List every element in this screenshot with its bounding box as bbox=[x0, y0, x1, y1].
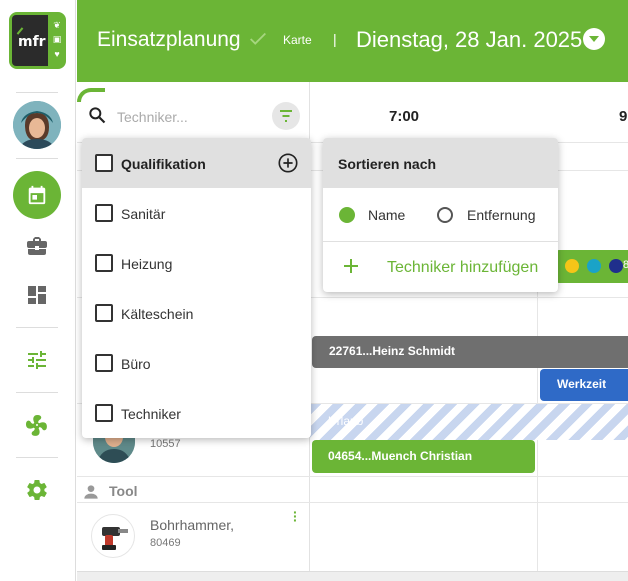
sort-header: Sortieren nach bbox=[323, 138, 558, 188]
logo-text: mfr bbox=[18, 34, 46, 50]
logo-drop-icon: ♥ bbox=[54, 49, 60, 59]
qualification-item[interactable]: Kälteschein bbox=[82, 288, 311, 338]
map-link[interactable]: Karte bbox=[283, 33, 312, 47]
select-all-checkbox[interactable] bbox=[95, 154, 113, 172]
add-technician-button[interactable]: Techniker hinzufügen bbox=[387, 259, 538, 277]
logo-leaf-icon: ❦ bbox=[53, 20, 61, 30]
drill-image[interactable] bbox=[91, 514, 135, 558]
qualification-checkbox[interactable] bbox=[95, 354, 113, 372]
fan-icon[interactable] bbox=[25, 413, 49, 437]
qualification-item[interactable]: Sanitär bbox=[82, 188, 311, 238]
sort-popup: Sortieren nach Name Entfernung Techniker… bbox=[323, 138, 558, 292]
qualification-item[interactable]: Büro bbox=[82, 338, 311, 388]
filter-button[interactable] bbox=[272, 102, 300, 130]
user-avatar[interactable] bbox=[13, 101, 61, 149]
time-slot-9: 9 bbox=[619, 108, 628, 125]
technician-search-input[interactable] bbox=[117, 107, 257, 127]
tool-number: 80469 bbox=[150, 537, 181, 549]
calendar-icon bbox=[28, 185, 46, 205]
header-separator: | bbox=[333, 31, 337, 47]
qualification-checkbox[interactable] bbox=[95, 404, 113, 422]
event-bar-werkzeit[interactable]: Werkzeit bbox=[540, 369, 628, 401]
qualification-label: Heizung bbox=[121, 256, 173, 272]
horizontal-scrollbar[interactable] bbox=[77, 571, 628, 581]
sort-name-radio[interactable] bbox=[339, 207, 355, 223]
qualification-label: Büro bbox=[121, 356, 151, 372]
status-dot bbox=[587, 259, 601, 273]
event-bar-vacation[interactable]: Urlaub bbox=[310, 404, 628, 440]
event-bar-muench-christian[interactable]: 04654...Muench Christian bbox=[312, 440, 535, 473]
time-slot-7: 7:00 bbox=[389, 108, 420, 125]
qualification-checkbox[interactable] bbox=[95, 204, 113, 222]
qualification-title: Qualifikation bbox=[121, 156, 206, 172]
page-title: Einsatzplanung bbox=[97, 28, 241, 51]
mfr-logo[interactable]: mfr ❦ ▣ ♥ bbox=[9, 12, 66, 69]
chevron-down-icon bbox=[589, 36, 599, 42]
tool-group-label: Tool bbox=[109, 483, 138, 499]
sort-distance-label[interactable]: Entfernung bbox=[467, 207, 536, 223]
more-count: 8 bbox=[623, 259, 628, 271]
qualification-filter-popup: Qualifikation Sanitär Heizung Kälteschei… bbox=[82, 138, 311, 438]
tool-name: Bohrhammer, bbox=[150, 517, 235, 533]
logo-box-icon: ▣ bbox=[52, 34, 62, 44]
technician-number: 10557 bbox=[150, 438, 181, 450]
sort-distance-radio[interactable] bbox=[437, 207, 453, 223]
event-bar-colored[interactable]: 8 bbox=[555, 250, 628, 283]
status-dot bbox=[609, 259, 623, 273]
event-bar-heinz-schmidt[interactable]: 22761...Heinz Schmidt bbox=[312, 336, 628, 368]
sort-name-label[interactable]: Name bbox=[368, 207, 405, 223]
sort-title: Sortieren nach bbox=[338, 156, 437, 172]
left-rail: mfr ❦ ▣ ♥ bbox=[0, 0, 76, 581]
gear-icon[interactable] bbox=[25, 478, 49, 502]
qualification-header: Qualifikation bbox=[82, 138, 311, 188]
search-icon bbox=[89, 107, 106, 124]
app-header: Einsatzplanung Karte | Dienstag, 28 Jan.… bbox=[77, 0, 628, 82]
plus-icon[interactable] bbox=[343, 258, 359, 274]
qualification-label: Kälteschein bbox=[121, 306, 194, 322]
current-date[interactable]: Dienstag, 28 Jan. 2025 bbox=[356, 27, 582, 53]
qualification-checkbox[interactable] bbox=[95, 254, 113, 272]
person-icon bbox=[84, 485, 98, 499]
sliders-icon[interactable] bbox=[25, 348, 49, 372]
calendar-nav-button[interactable] bbox=[13, 171, 61, 219]
corner-accent bbox=[77, 88, 105, 102]
more-options-icon[interactable]: · · · bbox=[293, 505, 298, 527]
date-dropdown-button[interactable] bbox=[583, 28, 605, 50]
briefcase-icon[interactable] bbox=[25, 234, 49, 258]
add-circle-icon[interactable] bbox=[277, 152, 299, 174]
dashboard-icon[interactable] bbox=[25, 283, 49, 307]
qualification-item[interactable]: Techniker bbox=[82, 388, 311, 438]
qualification-checkbox[interactable] bbox=[95, 304, 113, 322]
status-dot bbox=[565, 259, 579, 273]
qualification-label: Techniker bbox=[121, 406, 181, 422]
filter-icon bbox=[280, 110, 292, 122]
qualification-label: Sanitär bbox=[121, 206, 166, 222]
hammer-drill-icon bbox=[102, 527, 128, 550]
check-icon bbox=[250, 32, 266, 45]
qualification-item[interactable]: Heizung bbox=[82, 238, 311, 288]
